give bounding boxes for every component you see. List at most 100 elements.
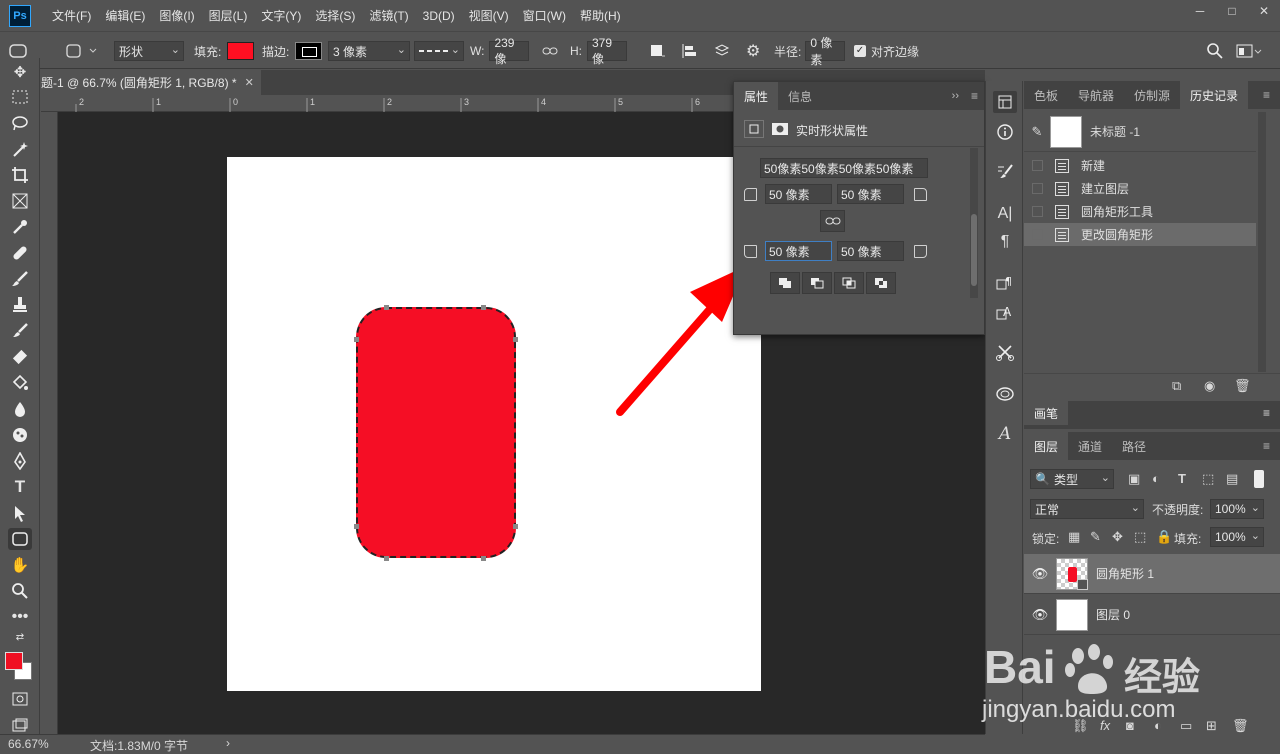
- eraser-icon[interactable]: [8, 346, 32, 368]
- crop-tool-icon[interactable]: [8, 164, 32, 186]
- anchor-point[interactable]: [513, 524, 518, 529]
- tab-layers[interactable]: 图层: [1024, 432, 1069, 460]
- properties-scrollbar[interactable]: [970, 148, 978, 298]
- lock-position-icon[interactable]: ✥: [1112, 529, 1123, 545]
- stroke-width-select[interactable]: 3 像素: [328, 41, 410, 61]
- shape-layer-filter-icon[interactable]: ⬚: [1202, 471, 1214, 487]
- move-tool-icon[interactable]: ✥: [8, 61, 32, 83]
- anchor-point[interactable]: [481, 556, 486, 561]
- collapse-panel-icon[interactable]: ››: [946, 82, 965, 110]
- height-input[interactable]: 379 像: [587, 36, 627, 66]
- layer-row[interactable]: 👁 圆角矩形 1: [1024, 554, 1280, 594]
- healing-brush-icon[interactable]: [8, 242, 32, 264]
- pen-tool-icon[interactable]: [8, 450, 32, 472]
- new-layer-icon[interactable]: ⊞: [1206, 718, 1217, 734]
- rounded-rectangle-tool-icon[interactable]: [8, 528, 32, 550]
- top-left-radius-input[interactable]: 50 像素: [765, 184, 832, 204]
- zoom-level[interactable]: 66.67%: [8, 737, 49, 751]
- eyedropper-icon[interactable]: [8, 216, 32, 238]
- document-canvas[interactable]: [227, 157, 761, 691]
- trash-icon[interactable]: 🗑: [1234, 378, 1251, 394]
- quick-mask-icon[interactable]: [8, 688, 32, 710]
- tab-navigator[interactable]: 导航器: [1068, 81, 1124, 109]
- tab-info[interactable]: 信息: [778, 82, 822, 110]
- blend-mode-select[interactable]: 正常: [1030, 499, 1144, 519]
- tab-clone-source[interactable]: 仿制源: [1124, 81, 1180, 109]
- workspace-switcher-icon[interactable]: [1236, 32, 1262, 70]
- align-edges-checkbox[interactable]: ✓: [854, 45, 866, 57]
- menu-window[interactable]: 窗口(W): [516, 7, 573, 24]
- anchor-point[interactable]: [481, 305, 486, 310]
- zoom-tool-icon[interactable]: [8, 580, 32, 602]
- anchor-point[interactable]: [384, 305, 389, 310]
- panel-menu-icon[interactable]: ≡: [1263, 406, 1270, 420]
- intersect-shapes-button[interactable]: [834, 272, 864, 294]
- opacity-input[interactable]: 100%: [1210, 499, 1264, 519]
- chevron-right-icon[interactable]: ›: [226, 736, 230, 750]
- new-document-from-state-icon[interactable]: ⧉: [1172, 378, 1181, 394]
- menu-file[interactable]: 文件(F): [45, 7, 98, 24]
- adjustment-layer-icon[interactable]: ◐: [1154, 718, 1162, 733]
- menu-view[interactable]: 视图(V): [462, 7, 516, 24]
- path-alignment-icon[interactable]: [680, 32, 698, 70]
- rounded-rectangle-shape[interactable]: [356, 307, 516, 558]
- link-radii-button[interactable]: [820, 210, 845, 232]
- sponge-tool-icon[interactable]: [8, 424, 32, 446]
- tab-properties[interactable]: 属性: [734, 82, 779, 110]
- anchor-point[interactable]: [384, 556, 389, 561]
- anchor-point[interactable]: [513, 337, 518, 342]
- folder-icon[interactable]: ▭: [1180, 718, 1192, 734]
- stroke-type-select[interactable]: [414, 41, 464, 61]
- tool-presets-icon[interactable]: [993, 341, 1017, 363]
- history-state-selected[interactable]: 更改圆角矩形: [1024, 223, 1256, 246]
- history-brush-source-icon[interactable]: ✎: [1024, 124, 1050, 140]
- properties-panel-icon[interactable]: [993, 91, 1017, 113]
- eye-icon[interactable]: 👁: [1024, 566, 1056, 582]
- history-state[interactable]: 建立图层: [1024, 177, 1256, 200]
- brush-tool-icon[interactable]: [8, 268, 32, 290]
- close-tab-icon[interactable]: ✕: [245, 76, 254, 89]
- info-icon[interactable]: [993, 121, 1017, 143]
- lock-transparency-icon[interactable]: ▦: [1068, 529, 1080, 545]
- gear-icon[interactable]: ⚙: [746, 32, 760, 70]
- fill-input[interactable]: 100%: [1210, 527, 1264, 547]
- hand-tool-icon[interactable]: ✋: [8, 554, 32, 576]
- panel-menu-icon[interactable]: ≡: [1253, 432, 1280, 460]
- frame-tool-icon[interactable]: [8, 190, 32, 212]
- character-styles-icon[interactable]: A: [993, 301, 1017, 323]
- menu-filter[interactable]: 滤镜(T): [362, 7, 415, 24]
- foreground-color-swatch[interactable]: [5, 652, 23, 670]
- blur-tool-icon[interactable]: [8, 398, 32, 420]
- lock-all-icon[interactable]: 🔒: [1156, 529, 1172, 545]
- tab-brushes[interactable]: 画笔: [1024, 401, 1069, 425]
- smart-object-filter-icon[interactable]: ▤: [1226, 471, 1238, 487]
- add-mask-icon[interactable]: ◙: [1126, 718, 1134, 733]
- link-dimensions-icon[interactable]: [542, 32, 558, 70]
- history-state[interactable]: 新建: [1024, 154, 1256, 177]
- menu-help[interactable]: 帮助(H): [573, 7, 628, 24]
- panel-menu-icon[interactable]: ≡: [1253, 81, 1280, 109]
- anchor-point[interactable]: [354, 524, 359, 529]
- layer-row[interactable]: 👁 图层 0: [1024, 595, 1280, 635]
- history-state[interactable]: 圆角矩形工具: [1024, 200, 1256, 223]
- live-shape-icon[interactable]: [744, 120, 764, 138]
- marquee-tool-icon[interactable]: [8, 86, 32, 108]
- libraries-icon[interactable]: [993, 383, 1017, 405]
- lock-artboard-icon[interactable]: ⬚: [1134, 529, 1146, 545]
- character-panel-icon[interactable]: A|: [993, 203, 1017, 225]
- eye-icon[interactable]: 👁: [1024, 607, 1056, 623]
- pixel-layer-filter-icon[interactable]: ▣: [1128, 471, 1140, 487]
- bottom-right-radius-input[interactable]: 50 像素: [837, 241, 904, 261]
- link-layers-icon[interactable]: ⛓: [1072, 718, 1089, 734]
- menu-3d[interactable]: 3D(D): [416, 9, 462, 23]
- trash-icon[interactable]: 🗑: [1232, 718, 1249, 734]
- brush-settings-icon[interactable]: [993, 161, 1017, 183]
- shape-preview-dropdown[interactable]: [64, 32, 98, 70]
- layer-filter-select[interactable]: 🔍 类型: [1030, 469, 1114, 489]
- paint-bucket-icon[interactable]: [8, 372, 32, 394]
- path-selection-icon[interactable]: [8, 502, 32, 524]
- adjustment-layer-filter-icon[interactable]: ◐: [1152, 471, 1160, 486]
- more-tools-icon[interactable]: •••: [8, 606, 32, 628]
- mask-icon[interactable]: [770, 120, 790, 138]
- path-arrangement-icon[interactable]: [712, 32, 732, 70]
